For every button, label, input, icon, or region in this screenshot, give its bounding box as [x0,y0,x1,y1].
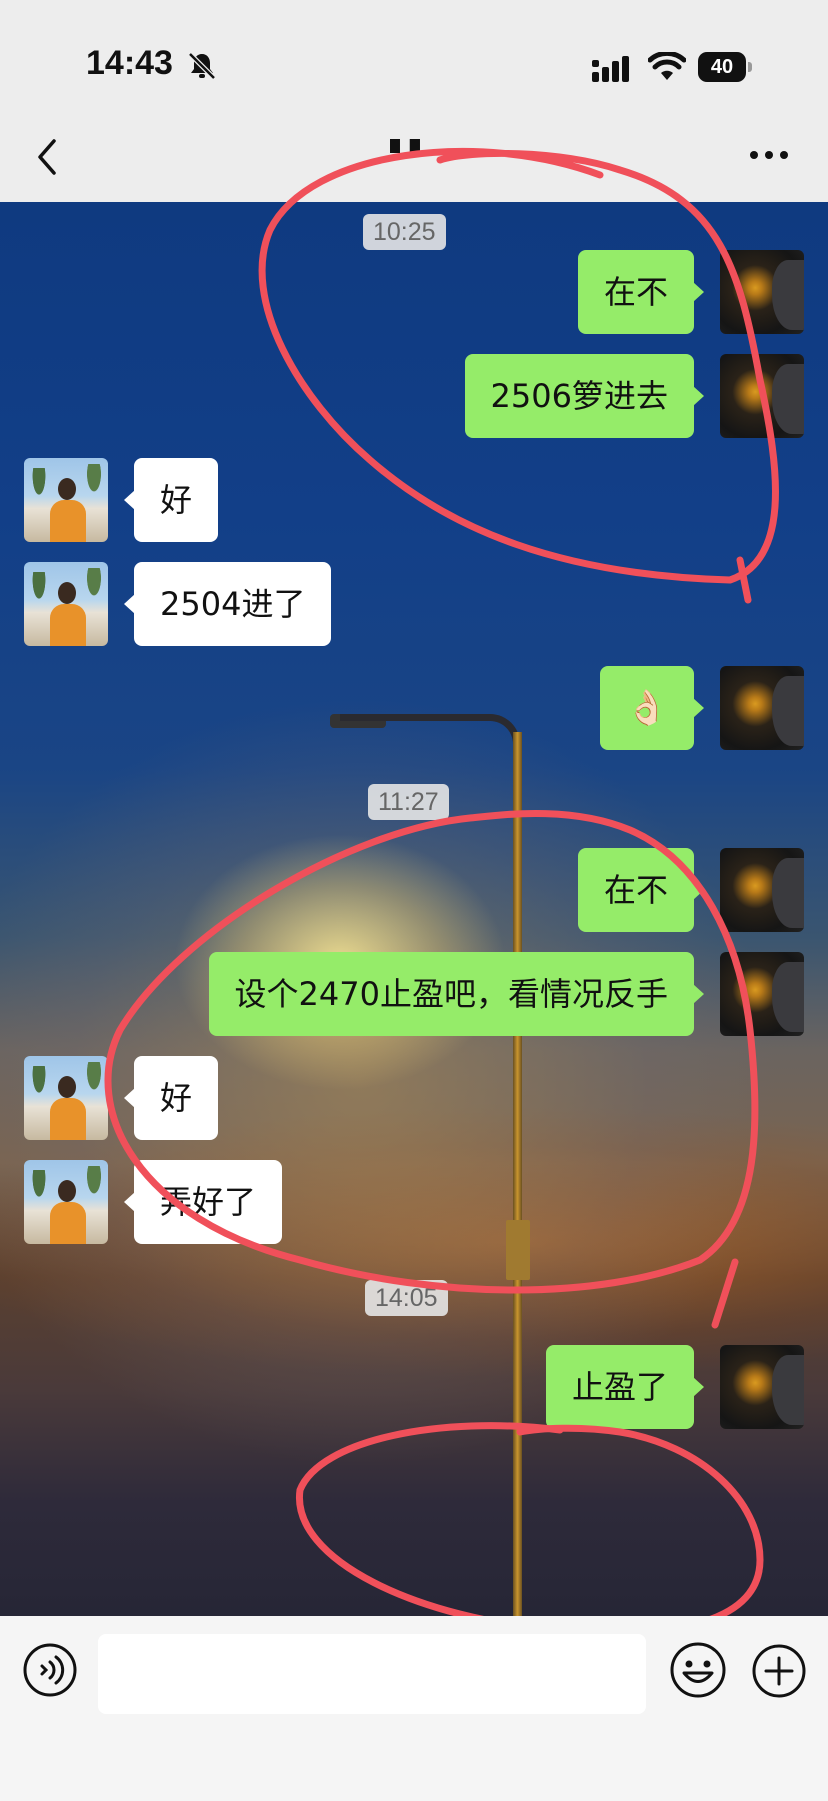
wallpaper-pole-band [506,1220,530,1280]
wifi-icon [648,52,686,80]
message-outgoing[interactable]: 止盈了 [545,1345,705,1429]
avatar-self[interactable] [720,952,804,1036]
message-outgoing[interactable]: 设个2470止盈吧，看情况反手 [208,952,705,1036]
message-outgoing[interactable]: 在不 [577,250,705,334]
emoji-icon[interactable] [668,1640,728,1700]
status-time: 14:43 [86,44,173,82]
avatar-self[interactable] [720,666,804,750]
message-outgoing[interactable]: 在不 [577,848,705,932]
signal-icon [592,56,629,82]
avatar-self[interactable] [720,848,804,932]
voice-icon[interactable] [22,1642,78,1698]
avatar-contact[interactable] [24,1160,108,1244]
chat-title: ▌▌ [390,139,440,153]
avatar-self[interactable] [720,354,804,438]
chevron-left-icon[interactable] [30,135,70,179]
more-dots-icon[interactable] [748,147,790,163]
message-input[interactable] [98,1634,646,1714]
avatar-contact[interactable] [24,1056,108,1140]
message-incoming[interactable]: 好 [123,1056,219,1140]
home-indicator-area [0,1730,828,1801]
wallpaper-lamp-pole [513,732,522,1616]
battery-level: 40 [698,52,746,82]
message-outgoing-emoji[interactable]: 👌🏻 [599,666,705,750]
chat-area[interactable]: 10:25 在不 2506箩进去 好 2504进了 👌🏻 11:27 在不 设个… [0,202,828,1616]
bell-mute-icon [188,52,216,80]
battery-icon: 40 [698,52,752,82]
timestamp: 14:05 [365,1280,448,1316]
battery-cap [748,62,752,72]
chat-header: ▌▌ [0,135,828,202]
input-bar [0,1616,828,1730]
message-incoming[interactable]: 2504进了 [123,562,332,646]
avatar-contact[interactable] [24,458,108,542]
plus-icon[interactable] [750,1642,808,1700]
avatar-self[interactable] [720,250,804,334]
message-outgoing[interactable]: 2506箩进去 [464,354,705,438]
status-bar: 14:43 40 [0,0,828,135]
message-incoming[interactable]: 弄好了 [123,1160,283,1244]
timestamp: 10:25 [363,214,446,250]
avatar-self[interactable] [720,1345,804,1429]
wallpaper-lamp-arm [340,714,520,744]
avatar-contact[interactable] [24,562,108,646]
timestamp: 11:27 [368,784,449,820]
message-incoming[interactable]: 好 [123,458,219,542]
